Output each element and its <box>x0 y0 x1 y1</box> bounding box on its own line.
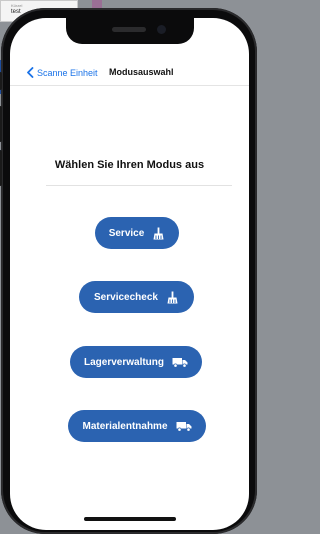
navigation-bar: Scanne Einheit Modusauswahl <box>10 62 249 86</box>
lagerverwaltung-button[interactable]: Lagerverwaltung <box>70 346 202 378</box>
front-camera <box>156 25 166 34</box>
speaker-grille <box>111 27 146 32</box>
back-button[interactable]: Scanne Einheit <box>26 67 98 78</box>
divider <box>46 185 232 186</box>
back-button-label: Scanne Einheit <box>37 67 98 78</box>
servicecheck-button-label: Servicecheck <box>94 291 158 303</box>
broom-icon <box>166 291 179 304</box>
home-indicator[interactable] <box>83 517 176 521</box>
lagerverwaltung-button-label: Lagerverwaltung <box>83 356 165 368</box>
background-field-label: Kürzel <box>11 3 23 8</box>
servicecheck-button[interactable]: Servicecheck <box>79 281 194 313</box>
chevron-left-icon <box>27 67 34 78</box>
volume-up-button <box>0 106 2 142</box>
broom-icon <box>152 227 165 240</box>
page-title: Modusauswahl <box>109 67 174 77</box>
mute-switch <box>0 72 2 90</box>
volume-down-button <box>0 150 2 186</box>
truck-icon <box>176 421 192 432</box>
phone-frame: Scanne Einheit Modusauswahl Wählen Sie I… <box>0 8 257 534</box>
materialentnahme-button-label: Materialentnahme <box>82 420 168 432</box>
mode-heading: Wählen Sie Ihren Modus aus <box>54 159 205 171</box>
materialentnahme-button[interactable]: Materialentnahme <box>68 410 206 442</box>
service-button[interactable]: Service <box>95 217 179 249</box>
navbar-separator <box>10 85 249 86</box>
notch <box>65 18 194 44</box>
truck-icon <box>172 357 188 368</box>
background-field-value: test <box>11 9 21 15</box>
phone-screen: Scanne Einheit Modusauswahl Wählen Sie I… <box>10 18 249 530</box>
service-button-label: Service <box>108 227 145 239</box>
